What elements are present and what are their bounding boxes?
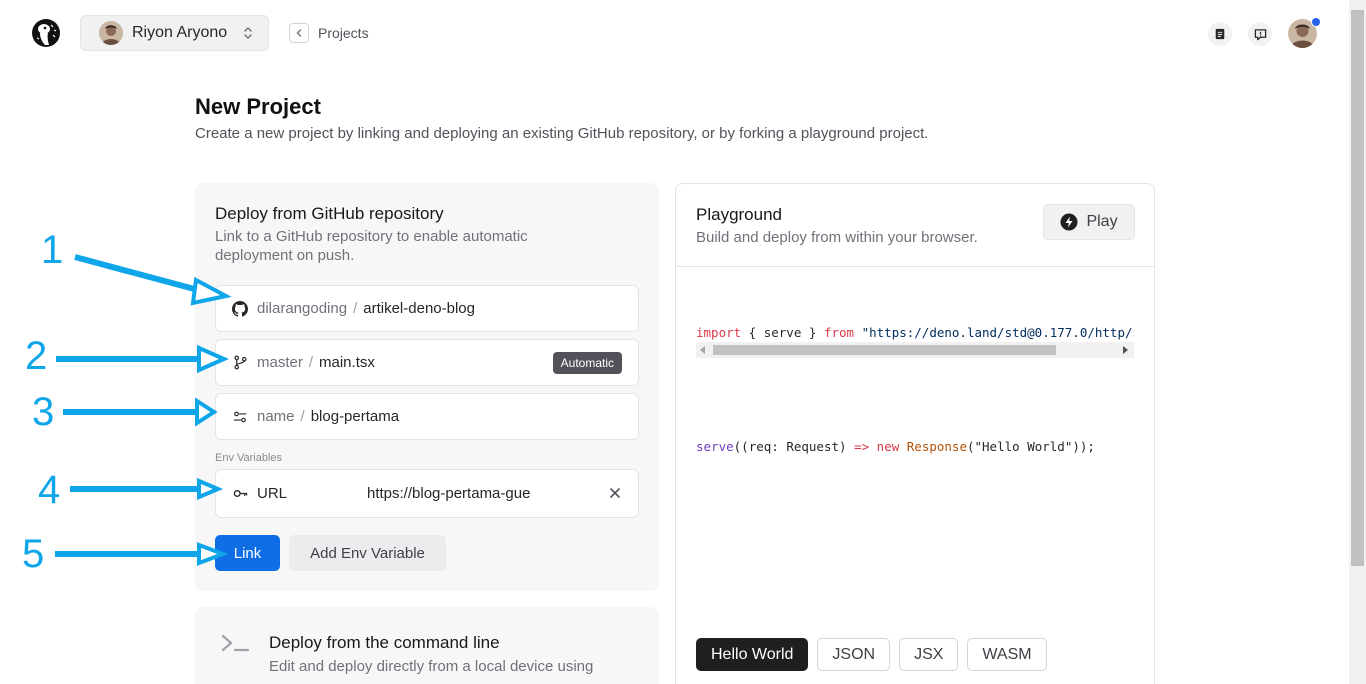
annotation-number-2: 2 [25, 334, 48, 378]
deploy-mode-badge: Automatic [552, 352, 622, 374]
settings-sliders-icon [232, 409, 248, 425]
cli-deploy-card: Deploy from the command line Edit and de… [195, 607, 659, 684]
playground-card: Playground Build and deploy from within … [675, 183, 1155, 684]
play-button[interactable]: Play [1043, 204, 1135, 240]
code-scrollbar-thumb[interactable] [713, 345, 1056, 355]
project-name-field[interactable]: name / blog-pertama [215, 393, 639, 440]
tab-wasm[interactable]: WASM [967, 638, 1047, 671]
env-key-input[interactable]: URL [257, 485, 367, 502]
code-line-2: serve((req: Request) => new Response("He… [696, 439, 1095, 454]
code-horizontal-scrollbar[interactable] [696, 342, 1134, 358]
page-title: New Project [195, 94, 321, 119]
account-switcher[interactable]: Riyon Aryono [80, 15, 269, 51]
chevron-left-icon [289, 23, 309, 43]
playground-divider [676, 266, 1154, 267]
playground-title: Playground [696, 205, 783, 224]
repository-selector[interactable]: dilarangoding / artikel-deno-blog [215, 285, 639, 332]
annotation-arrow-1 [74, 254, 199, 293]
repo-name: artikel-deno-blog [363, 300, 475, 317]
scroll-left-icon[interactable] [700, 346, 705, 354]
env-variables-label: Env Variables [215, 452, 283, 464]
breadcrumb-projects[interactable]: Projects [289, 23, 369, 43]
playground-description: Build and deploy from within your browse… [696, 229, 978, 246]
project-name-value: blog-pertama [310, 408, 400, 425]
chevron-up-down-icon [244, 27, 252, 39]
project-name-separator: / [300, 408, 305, 425]
docs-icon[interactable] [1208, 22, 1232, 46]
user-name: Riyon Aryono [132, 24, 228, 41]
annotation-number-1: 1 [41, 228, 64, 272]
code-editor[interactable]: import { serve } from "https://deno.land… [696, 285, 1134, 494]
branch-name: master [257, 354, 303, 371]
lightning-icon [1060, 213, 1078, 231]
user-avatar [99, 21, 123, 45]
repo-owner: dilarangoding [257, 300, 348, 317]
add-env-variable-button[interactable]: Add Env Variable [289, 535, 446, 571]
branch-entrypoint-selector[interactable]: master / main.tsx Automatic [215, 339, 639, 386]
play-button-label: Play [1086, 213, 1118, 230]
annotation-number-3: 3 [32, 390, 55, 434]
code-line-1: import { serve } from "https://deno.land… [696, 325, 1134, 340]
tab-jsx[interactable]: JSX [899, 638, 959, 671]
page-subtitle: Create a new project by linking and depl… [195, 125, 929, 142]
env-value-input[interactable]: https://blog-pertama-gue [367, 485, 530, 502]
annotation-number-4: 4 [38, 468, 61, 512]
key-icon [232, 486, 248, 502]
tab-json[interactable]: JSON [817, 638, 891, 671]
cli-card-description: Edit and deploy directly from a local de… [269, 658, 594, 675]
deno-logo-icon[interactable] [31, 18, 61, 48]
github-icon [232, 300, 248, 317]
github-deploy-card: Deploy from GitHub repository Link to a … [195, 183, 659, 591]
env-variable-row[interactable]: URL https://blog-pertama-gue [215, 469, 639, 518]
cli-card-title: Deploy from the command line [269, 633, 500, 652]
page-scrollbar[interactable] [1349, 0, 1366, 684]
git-branch-icon [232, 355, 248, 371]
link-button[interactable]: Link [215, 535, 280, 571]
feedback-icon[interactable] [1248, 22, 1272, 46]
github-card-description: Link to a GitHub repository to enable au… [215, 228, 528, 264]
repo-separator: / [353, 300, 358, 317]
scroll-right-icon[interactable] [1123, 346, 1128, 354]
template-tabs: Hello World JSON JSX WASM [696, 638, 1047, 671]
terminal-icon [221, 634, 250, 652]
tab-hello-world[interactable]: Hello World [696, 638, 809, 671]
project-name-label: name [257, 408, 295, 425]
annotation-number-5: 5 [22, 532, 45, 576]
breadcrumb-label: Projects [318, 25, 369, 41]
github-card-title: Deploy from GitHub repository [215, 204, 444, 223]
notification-dot [1311, 17, 1321, 27]
remove-env-icon[interactable] [608, 486, 622, 500]
page-scrollbar-thumb[interactable] [1351, 10, 1364, 566]
entrypoint-file: main.tsx [319, 354, 375, 371]
branch-separator: / [308, 354, 314, 371]
